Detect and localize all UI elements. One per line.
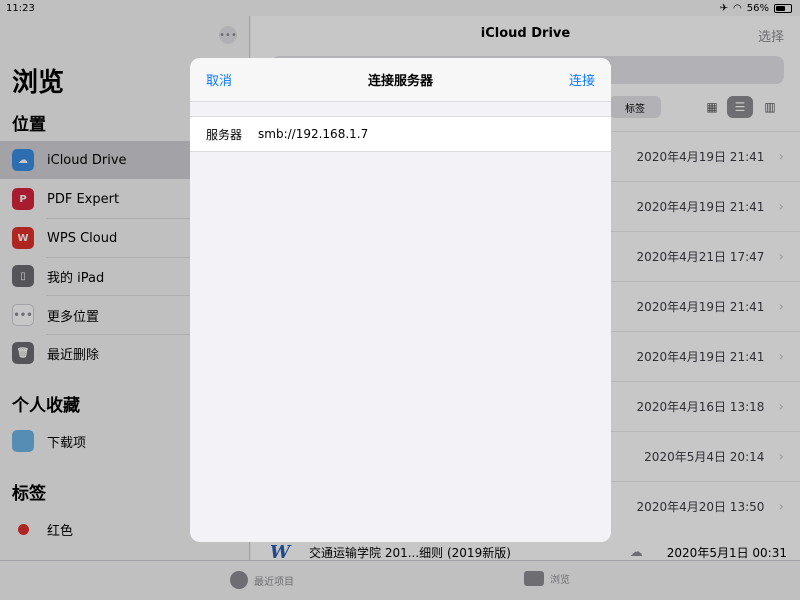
connect-server-dialog: 取消 连接服务器 连接 服务器 (190, 58, 611, 542)
cancel-button[interactable]: 取消 (206, 70, 232, 89)
dialog-title: 连接服务器 (367, 74, 433, 89)
dialog-header: 取消 连接服务器 连接 (190, 58, 611, 102)
connect-button[interactable]: 连接 (569, 70, 595, 89)
server-address-input[interactable] (258, 127, 559, 141)
server-field-row: 服务器 (190, 116, 611, 152)
server-label: 服务器 (206, 127, 243, 142)
